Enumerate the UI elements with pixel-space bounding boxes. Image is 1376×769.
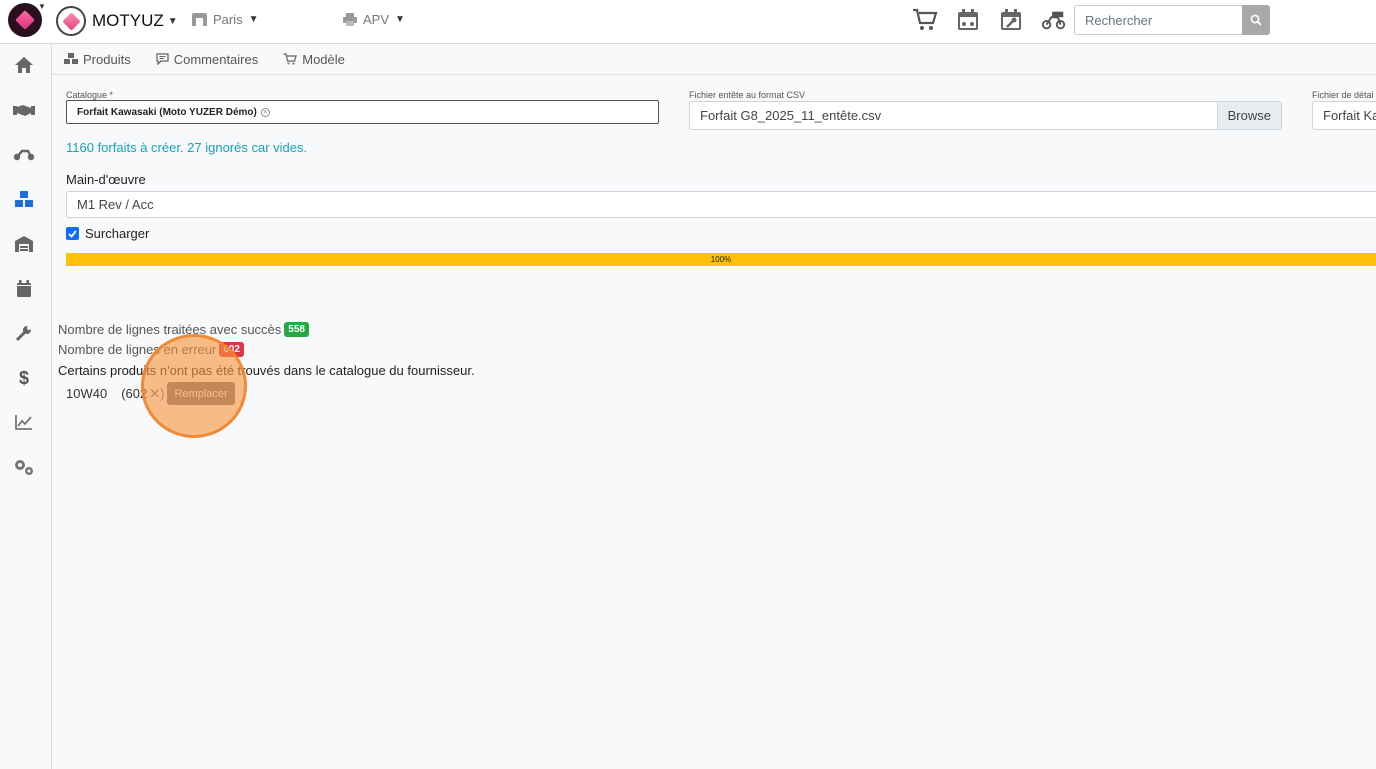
tab-label: Modèle <box>302 51 345 67</box>
calendar-wrench-icon[interactable] <box>998 8 1024 32</box>
brand-logo <box>56 6 86 36</box>
cart-icon[interactable] <box>912 8 938 32</box>
app-logo-icon <box>15 10 35 30</box>
header-file-input[interactable]: Forfait G8_2025_11_entête.csv Browse <box>689 101 1282 130</box>
brand-menu[interactable]: MOTYUZ ▼ <box>56 5 178 37</box>
cubes-icon[interactable] <box>13 188 35 210</box>
tab-modele[interactable]: Modèle <box>283 52 345 67</box>
chevron-down-icon: ▼ <box>395 14 405 25</box>
labour-label: Main-d'œuvre <box>66 172 146 187</box>
search-icon <box>1250 14 1262 26</box>
dollar-icon[interactable]: $ <box>13 367 35 389</box>
success-badge: 558 <box>284 322 309 337</box>
catalogue-label: Catalogue * <box>66 90 114 100</box>
calendar-icon[interactable] <box>13 278 35 300</box>
store-icon <box>192 13 207 26</box>
location-selector[interactable]: Paris ▼ <box>192 12 259 27</box>
labour-value: M1 Rev / Acc <box>77 197 154 212</box>
check-icon <box>68 229 77 238</box>
item-count: (602 <box>121 386 148 401</box>
department-selector[interactable]: APV ▼ <box>343 12 405 27</box>
top-bar: ▼ MOTYUZ ▼ Paris ▼ APV ▼ <box>0 0 1376 44</box>
catalogue-select[interactable]: Forfait Kawasaki (Moto YUZER Démo) × <box>66 100 659 124</box>
header-file-label: Fichier entête au format CSV <box>689 90 806 100</box>
list-item: 10W40 (602 ✕) Remplacer <box>66 382 235 405</box>
tab-bar: Produits Commentaires Modèle <box>52 44 1376 75</box>
comment-icon <box>156 53 169 65</box>
error-badge: 602 <box>219 342 244 357</box>
header-file-name: Forfait G8_2025_11_entête.csv <box>700 108 882 123</box>
tab-produits[interactable]: Produits <box>64 52 131 67</box>
error-line: Nombre de lignes en erreur 602 <box>58 342 244 357</box>
catalogue-chip: Forfait Kawasaki (Moto YUZER Démo) <box>77 106 257 118</box>
calendar-bike-icon[interactable] <box>955 8 981 32</box>
department-label: APV <box>363 12 390 27</box>
detail-file-name: Forfait Ka <box>1323 108 1376 123</box>
handshake-icon[interactable] <box>13 99 35 121</box>
warning-text: Certains produits n'ont pas été trouvés … <box>58 363 475 378</box>
wrench-icon[interactable] <box>13 322 35 344</box>
progress-label: 100% <box>710 255 732 264</box>
search-bar <box>1074 5 1270 35</box>
warehouse-icon[interactable] <box>13 233 35 255</box>
override-label: Surcharger <box>85 226 150 241</box>
error-label: Nombre de lignes en erreur <box>58 342 217 357</box>
item-code: 10W40 <box>66 386 108 401</box>
replace-button[interactable]: Remplacer <box>167 382 235 405</box>
printer-icon <box>343 13 357 26</box>
app-switcher[interactable] <box>8 3 42 37</box>
override-checkbox[interactable] <box>66 227 79 240</box>
tab-label: Commentaires <box>173 51 259 67</box>
warning-line: Certains produits n'ont pas été trouvés … <box>58 363 475 378</box>
cogs-icon[interactable] <box>13 456 35 478</box>
sidebar: $ <box>0 44 52 769</box>
success-line: Nombre de lignes traitées avec succès 55… <box>58 322 309 337</box>
search-button[interactable] <box>1242 5 1270 35</box>
search-input[interactable] <box>1074 5 1242 35</box>
browse-button[interactable]: Browse <box>1216 102 1281 129</box>
brand-name: MOTYUZ <box>92 11 164 30</box>
chevron-down-icon: ▼ <box>167 15 178 27</box>
motorcycle-icon[interactable] <box>13 143 35 165</box>
chart-line-icon[interactable] <box>13 411 35 433</box>
labour-select[interactable]: M1 Rev / Acc <box>66 191 1376 218</box>
tab-label: Produits <box>83 51 131 67</box>
detail-file-input[interactable]: Forfait Ka <box>1312 101 1376 130</box>
remove-chip-icon[interactable]: × <box>260 107 270 117</box>
app-switcher-caret-icon: ▼ <box>38 2 46 11</box>
cubes-icon <box>64 53 78 64</box>
chevron-down-icon: ▼ <box>248 14 259 25</box>
location-label: Paris <box>213 12 243 27</box>
progress-bar: 100% <box>66 253 1376 266</box>
home-icon[interactable] <box>13 54 35 76</box>
cart-icon <box>283 53 298 65</box>
info-message: 1160 forfaits à créer. 27 ignorés car vi… <box>66 140 308 155</box>
remove-item-icon[interactable]: ✕) <box>149 386 164 402</box>
quick-actions <box>912 8 1067 32</box>
detail-file-label: Fichier de détai <box>1312 90 1374 100</box>
override-row: Surcharger <box>66 226 149 241</box>
tab-commentaires[interactable]: Commentaires <box>156 51 259 67</box>
success-label: Nombre de lignes traitées avec succès <box>58 322 282 337</box>
motorcycle-cart-icon[interactable] <box>1041 8 1067 32</box>
